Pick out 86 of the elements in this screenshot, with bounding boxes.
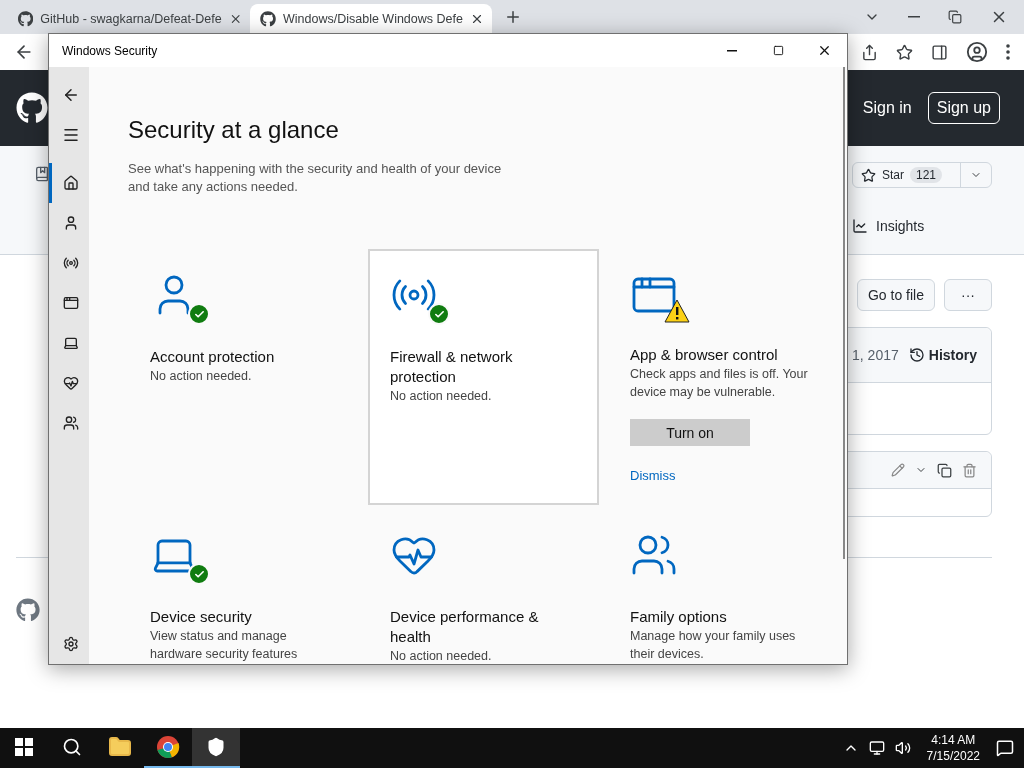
profile-icon bbox=[966, 41, 988, 63]
card-title: App & browser control bbox=[630, 345, 778, 365]
sign-in-link[interactable]: Sign in bbox=[862, 99, 912, 117]
search-icon bbox=[62, 737, 82, 757]
menu-button[interactable] bbox=[1006, 44, 1010, 60]
side-panel-button[interactable] bbox=[931, 43, 948, 61]
repo-icon bbox=[34, 166, 50, 182]
minimize-icon bbox=[727, 49, 737, 52]
card-title: Device security bbox=[150, 607, 252, 627]
shield-icon bbox=[206, 737, 226, 757]
card-status: Check apps and files is off. Your device may be vulnerable. bbox=[630, 366, 809, 401]
maximize-icon bbox=[772, 45, 784, 56]
card-title: Firewall & network protection bbox=[390, 347, 514, 387]
insights-tab[interactable]: Insights bbox=[852, 218, 925, 234]
volume-icon bbox=[894, 740, 911, 756]
card-status: No action needed. bbox=[390, 648, 492, 664]
line-chart-icon bbox=[852, 218, 868, 234]
turn-on-button[interactable]: Turn on bbox=[630, 419, 750, 446]
github-logo-icon[interactable] bbox=[16, 92, 48, 124]
settings-icon bbox=[62, 636, 79, 652]
plus-icon bbox=[504, 8, 522, 26]
star-icon bbox=[861, 167, 876, 183]
go-to-file-button[interactable]: Go to file bbox=[856, 279, 935, 311]
card-title: Device performance & health bbox=[390, 607, 540, 647]
history-link[interactable]: History bbox=[908, 347, 977, 363]
dismiss-link[interactable]: Dismiss bbox=[630, 468, 676, 483]
card-status: No action needed. bbox=[150, 368, 252, 385]
star-count: 121 bbox=[910, 167, 943, 183]
kebab-menu-icon bbox=[1006, 44, 1010, 60]
clock-date[interactable]: 7/15/2022 bbox=[926, 748, 980, 764]
status-card[interactable]: App & browser control Check apps and files is off. Your device may be vulnerable. Turn on Dismiss bbox=[608, 249, 839, 505]
profile-button[interactable] bbox=[966, 41, 988, 63]
history-icon bbox=[908, 347, 925, 363]
delete-button[interactable] bbox=[962, 462, 977, 478]
chrome-logo-icon bbox=[156, 735, 180, 759]
antenna-icon bbox=[62, 255, 79, 271]
page-description: See what's happening with the security and health of your device and take any actions needed. bbox=[128, 160, 503, 196]
github-logo-icon bbox=[16, 598, 40, 622]
network-icon bbox=[868, 740, 885, 756]
minimize-icon bbox=[908, 16, 920, 18]
restore-icon bbox=[948, 10, 962, 24]
copy-button[interactable] bbox=[937, 462, 952, 478]
commit-date: 1, 2017 bbox=[852, 347, 899, 363]
star-button[interactable]: Star 121 bbox=[853, 163, 961, 187]
browser-tab[interactable]: Windows/Disable Windows Defe bbox=[250, 4, 492, 34]
windows-logo-icon bbox=[15, 738, 33, 756]
share-button[interactable] bbox=[861, 43, 878, 61]
home-icon bbox=[62, 175, 79, 191]
new-tab-button[interactable] bbox=[504, 8, 522, 26]
card-status: No action needed. bbox=[390, 388, 492, 405]
laptop-icon bbox=[62, 335, 79, 351]
close-icon bbox=[470, 12, 484, 26]
browser-tab[interactable]: GitHub - swagkarna/Defeat-Defe bbox=[8, 4, 250, 34]
card-status: View status and manage hardware security features bbox=[150, 628, 299, 663]
star-icon bbox=[896, 43, 913, 61]
side-panel-icon bbox=[931, 43, 948, 61]
copy-icon bbox=[937, 462, 952, 478]
github-logo-icon bbox=[260, 11, 276, 27]
page-heading: Security at a glance bbox=[128, 116, 340, 144]
github-logo-icon bbox=[18, 11, 34, 27]
status-card[interactable]: Device performance & health No action needed. bbox=[368, 509, 599, 664]
folder-icon bbox=[108, 735, 132, 759]
status-card[interactable]: Firewall & network protection No action needed. bbox=[368, 249, 599, 505]
taskbar-app[interactable] bbox=[192, 728, 240, 768]
app-window-icon bbox=[62, 295, 79, 311]
pencil-icon bbox=[891, 463, 905, 477]
card-title: Family options bbox=[630, 607, 727, 627]
status-card[interactable]: Account protection No action needed. bbox=[128, 249, 359, 505]
scrollbar[interactable] bbox=[843, 67, 845, 559]
more-options-button[interactable]: ··· bbox=[944, 279, 992, 311]
people-icon bbox=[62, 415, 79, 431]
bookmark-button[interactable] bbox=[896, 43, 913, 61]
heart-pulse-icon bbox=[62, 375, 79, 391]
status-card[interactable]: Family options Manage how your family uses their devices. bbox=[608, 509, 839, 664]
card-status: Manage how your family uses their devices. bbox=[630, 628, 797, 663]
window-title: Windows Security bbox=[62, 43, 158, 58]
restore-button[interactable] bbox=[948, 8, 962, 26]
trash-icon bbox=[962, 462, 977, 478]
card-title: Account protection bbox=[150, 347, 275, 367]
edit-button[interactable] bbox=[891, 463, 905, 477]
status-card[interactable]: Device security View status and manage hardware security features bbox=[128, 509, 359, 664]
share-icon bbox=[861, 43, 878, 61]
clock-time[interactable]: 4:14 AM bbox=[931, 732, 976, 748]
notification-icon bbox=[996, 739, 1014, 757]
menu-icon bbox=[61, 126, 80, 144]
sign-up-button[interactable]: Sign up bbox=[927, 92, 1000, 124]
